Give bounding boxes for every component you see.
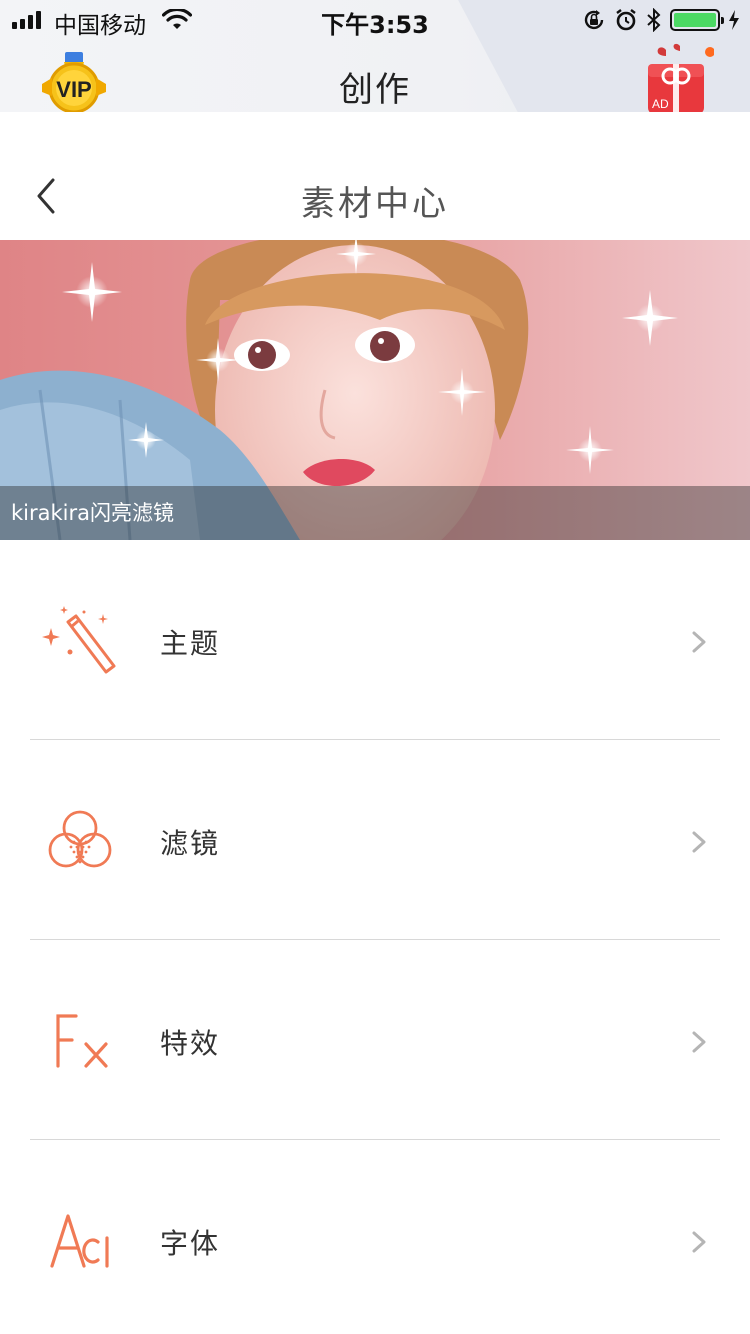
font-aa-icon: [50, 1214, 109, 1268]
orientation-lock-icon: [584, 10, 604, 30]
app-header: VIP 创作 AD: [0, 40, 750, 112]
gift-ad-label: AD: [652, 97, 669, 111]
gift-ad-button[interactable]: AD: [644, 42, 714, 112]
screen: 中国移动 下午3:53 VIP 创作 AD 素材中心 kirakira闪亮滤镜 …: [0, 0, 750, 1334]
menu-list: 主题 滤镜 特效 字体: [0, 540, 750, 1334]
chevron-right-icon: [692, 1031, 706, 1053]
alarm-icon: [616, 9, 636, 31]
menu-item-effects[interactable]: 特效: [0, 940, 750, 1140]
menu-item-label: 滤镜: [160, 827, 221, 860]
banner[interactable]: kirakira闪亮滤镜: [0, 240, 750, 540]
status-icons: [582, 8, 740, 32]
nav-bar: 素材中心: [0, 150, 750, 240]
chevron-right-icon: [692, 1231, 706, 1253]
top-area: 中国移动 下午3:53 VIP 创作 AD: [0, 0, 750, 112]
magic-wand-icon: [42, 606, 116, 674]
chevron-right-icon: [692, 831, 706, 853]
banner-caption: kirakira闪亮滤镜: [0, 486, 750, 540]
charging-icon: [729, 10, 739, 30]
menu-item-filter[interactable]: 滤镜: [0, 740, 750, 940]
menu-item-label: 主题: [160, 627, 221, 660]
menu-item-font[interactable]: 字体: [0, 1140, 750, 1334]
app-title: 创作: [339, 70, 411, 110]
status-bar: 中国移动 下午3:53: [0, 0, 750, 40]
menu-item-theme[interactable]: 主题: [0, 540, 750, 740]
bluetooth-icon: [647, 8, 661, 32]
menu-item-label: 字体: [160, 1227, 221, 1260]
battery-level: [674, 13, 716, 27]
battery-icon: [670, 9, 724, 31]
fx-icon: [56, 1014, 108, 1068]
menu-item-label: 特效: [160, 1027, 221, 1060]
filter-circles-icon: [48, 810, 112, 868]
chevron-right-icon: [692, 631, 706, 653]
page-title: 素材中心: [301, 184, 449, 224]
